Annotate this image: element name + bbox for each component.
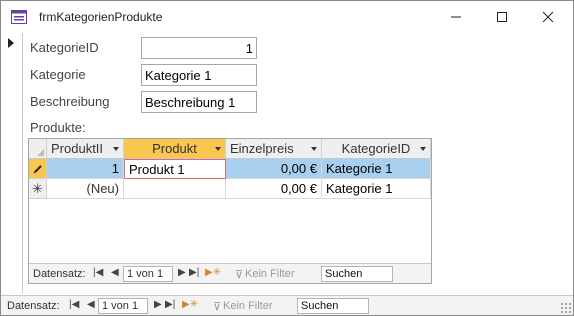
next-record-icon[interactable]: ▶ bbox=[154, 299, 162, 310]
previous-record-icon[interactable]: ◀ bbox=[111, 267, 119, 278]
kategorie-id-field[interactable]: 1 bbox=[141, 37, 257, 59]
beschreibung-label: Beschreibung bbox=[30, 94, 110, 109]
column-header-einzelpreis[interactable]: Einzelpreis bbox=[226, 139, 322, 159]
search-input[interactable]: Suchen bbox=[297, 298, 369, 314]
column-header-produkt-id[interactable]: ProduktII bbox=[47, 139, 124, 159]
filter-icon[interactable]: ⊽ bbox=[235, 268, 243, 281]
kategorie-id-label: KategorieID bbox=[30, 40, 99, 55]
current-record-input[interactable]: 1 von 1 bbox=[123, 266, 173, 282]
main-navigation-bar: Datensatz: |◀ ◀ 1 von 1 ▶ ▶| ▶✳ ⊽ Kein F… bbox=[1, 295, 573, 315]
minimize-button[interactable] bbox=[433, 1, 479, 33]
dropdown-arrow-icon[interactable] bbox=[113, 147, 119, 151]
pencil-icon bbox=[33, 164, 42, 173]
last-record-icon[interactable]: ▶| bbox=[165, 299, 175, 310]
maximize-icon bbox=[497, 12, 507, 22]
resize-grip-icon[interactable] bbox=[560, 302, 572, 314]
column-header-label: KategorieID bbox=[341, 141, 411, 156]
cell-produkt-id[interactable]: (Neu) bbox=[47, 179, 124, 199]
cell-einzelpreis[interactable]: 0,00 € bbox=[226, 159, 322, 179]
form-window: frmKategorienProdukte KategorieID 1 Kate… bbox=[0, 0, 574, 316]
window-title: frmKategorienProdukte bbox=[39, 10, 163, 24]
filter-status[interactable]: Kein Filter bbox=[223, 300, 273, 312]
subform-navigation-bar: Datensatz: |◀ ◀ 1 von 1 ▶ ▶| ▶✳ ⊽ Kein F… bbox=[29, 263, 431, 283]
column-header-label: Produkt bbox=[152, 141, 197, 156]
column-header-label: Einzelpreis bbox=[230, 141, 294, 156]
select-all-corner[interactable] bbox=[29, 139, 47, 159]
close-icon bbox=[542, 11, 554, 23]
next-record-icon[interactable]: ▶ bbox=[178, 267, 186, 278]
first-record-icon[interactable]: |◀ bbox=[69, 299, 79, 310]
cell-kategorie-id[interactable]: Kategorie 1 bbox=[322, 179, 431, 199]
new-record-nav-icon[interactable]: ▶✳ bbox=[205, 267, 221, 278]
cell-produkt[interactable]: Produkt 1 bbox=[124, 159, 226, 179]
filter-icon[interactable]: ⊽ bbox=[213, 300, 221, 313]
produkte-subform-label: Produkte: bbox=[30, 120, 86, 135]
current-record-input[interactable]: 1 von 1 bbox=[98, 298, 148, 314]
minimize-icon bbox=[451, 16, 461, 18]
record-nav-label: Datensatz: bbox=[33, 268, 86, 280]
column-header-produkt[interactable]: Produkt bbox=[124, 139, 226, 159]
close-button[interactable] bbox=[525, 1, 571, 33]
cell-produkt-id[interactable]: 1 bbox=[47, 159, 124, 179]
row-selector[interactable] bbox=[29, 159, 47, 179]
datasheet-header: ProduktII Produkt Einzelpreis KategorieI… bbox=[29, 139, 431, 159]
kategorie-field[interactable]: Kategorie 1 bbox=[141, 64, 257, 86]
beschreibung-field[interactable]: Beschreibung 1 bbox=[141, 91, 257, 113]
maximize-button[interactable] bbox=[479, 1, 525, 33]
current-record-arrow-icon bbox=[8, 38, 14, 48]
new-record-icon: ✳ bbox=[32, 180, 43, 196]
dropdown-arrow-icon[interactable] bbox=[420, 147, 426, 151]
cell-einzelpreis[interactable]: 0,00 € bbox=[226, 179, 322, 199]
cell-produkt[interactable] bbox=[124, 179, 226, 199]
cell-kategorie-id[interactable]: Kategorie 1 bbox=[322, 159, 431, 179]
row-selector[interactable]: ✳ bbox=[29, 179, 47, 199]
record-nav-label: Datensatz: bbox=[7, 300, 60, 312]
produkte-subform: ProduktII Produkt Einzelpreis KategorieI… bbox=[28, 138, 432, 284]
last-record-icon[interactable]: ▶| bbox=[189, 267, 199, 278]
form-app-icon bbox=[11, 10, 27, 24]
first-record-icon[interactable]: |◀ bbox=[93, 267, 103, 278]
new-record-nav-icon[interactable]: ▶✳ bbox=[182, 299, 198, 310]
dropdown-arrow-icon[interactable] bbox=[311, 147, 317, 151]
column-header-kategorie-id[interactable]: KategorieID bbox=[322, 139, 431, 159]
kategorie-label: Kategorie bbox=[30, 67, 86, 82]
dropdown-arrow-icon[interactable] bbox=[215, 147, 221, 151]
record-selector-strip[interactable] bbox=[1, 33, 23, 293]
column-header-label: ProduktII bbox=[51, 141, 104, 156]
table-row[interactable]: ✳ (Neu) 0,00 € Kategorie 1 bbox=[29, 179, 431, 199]
previous-record-icon[interactable]: ◀ bbox=[87, 299, 95, 310]
table-row[interactable]: 1 Produkt 1 0,00 € Kategorie 1 bbox=[29, 159, 431, 179]
filter-status[interactable]: Kein Filter bbox=[245, 268, 295, 280]
search-input[interactable]: Suchen bbox=[321, 266, 393, 282]
title-bar[interactable]: frmKategorienProdukte bbox=[1, 1, 573, 33]
